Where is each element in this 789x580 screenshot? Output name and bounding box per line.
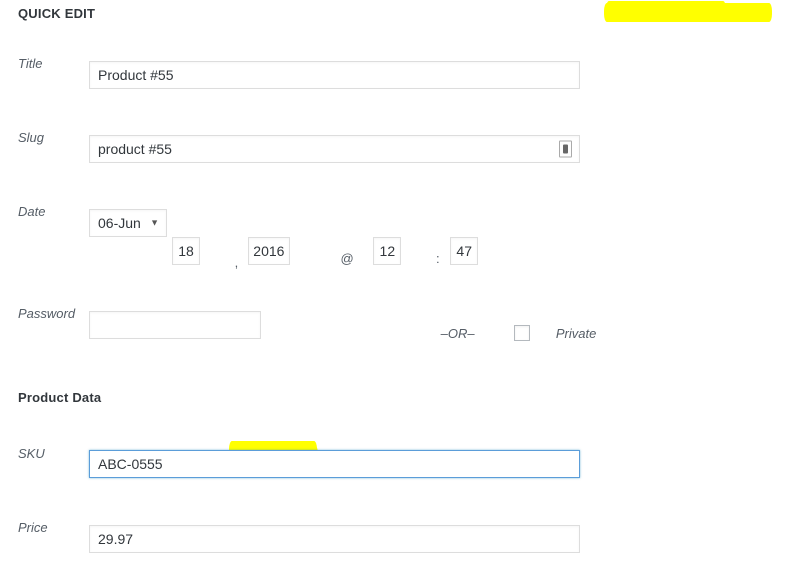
sku-input[interactable]	[89, 450, 580, 478]
date-hour-input[interactable]	[373, 237, 402, 265]
slug-input[interactable]	[89, 135, 580, 163]
product-data-heading: Product Data	[18, 390, 102, 405]
private-checkbox[interactable]	[514, 324, 531, 341]
date-year-input[interactable]	[247, 237, 290, 265]
date-at-separator: @	[340, 251, 354, 266]
date-minute-input[interactable]	[450, 237, 479, 265]
chevron-down-icon: ▼	[150, 217, 159, 228]
date-comma: ,	[234, 255, 239, 270]
date-month-value: 06-Jun	[98, 215, 141, 231]
price-input[interactable]	[89, 525, 580, 553]
quick-edit-heading: QUICK EDIT	[18, 6, 96, 21]
date-month-select[interactable]: 06-Jun ▼	[89, 209, 167, 237]
title-input[interactable]	[89, 61, 580, 89]
date-colon-separator: :	[435, 251, 440, 266]
autofill-card-icon[interactable]	[559, 140, 572, 158]
private-label[interactable]: Private	[556, 326, 596, 341]
password-or-separator: –OR–	[440, 326, 475, 341]
date-day-input[interactable]	[172, 237, 200, 265]
slug-field-wrap	[89, 135, 580, 163]
password-input[interactable]	[89, 311, 261, 339]
